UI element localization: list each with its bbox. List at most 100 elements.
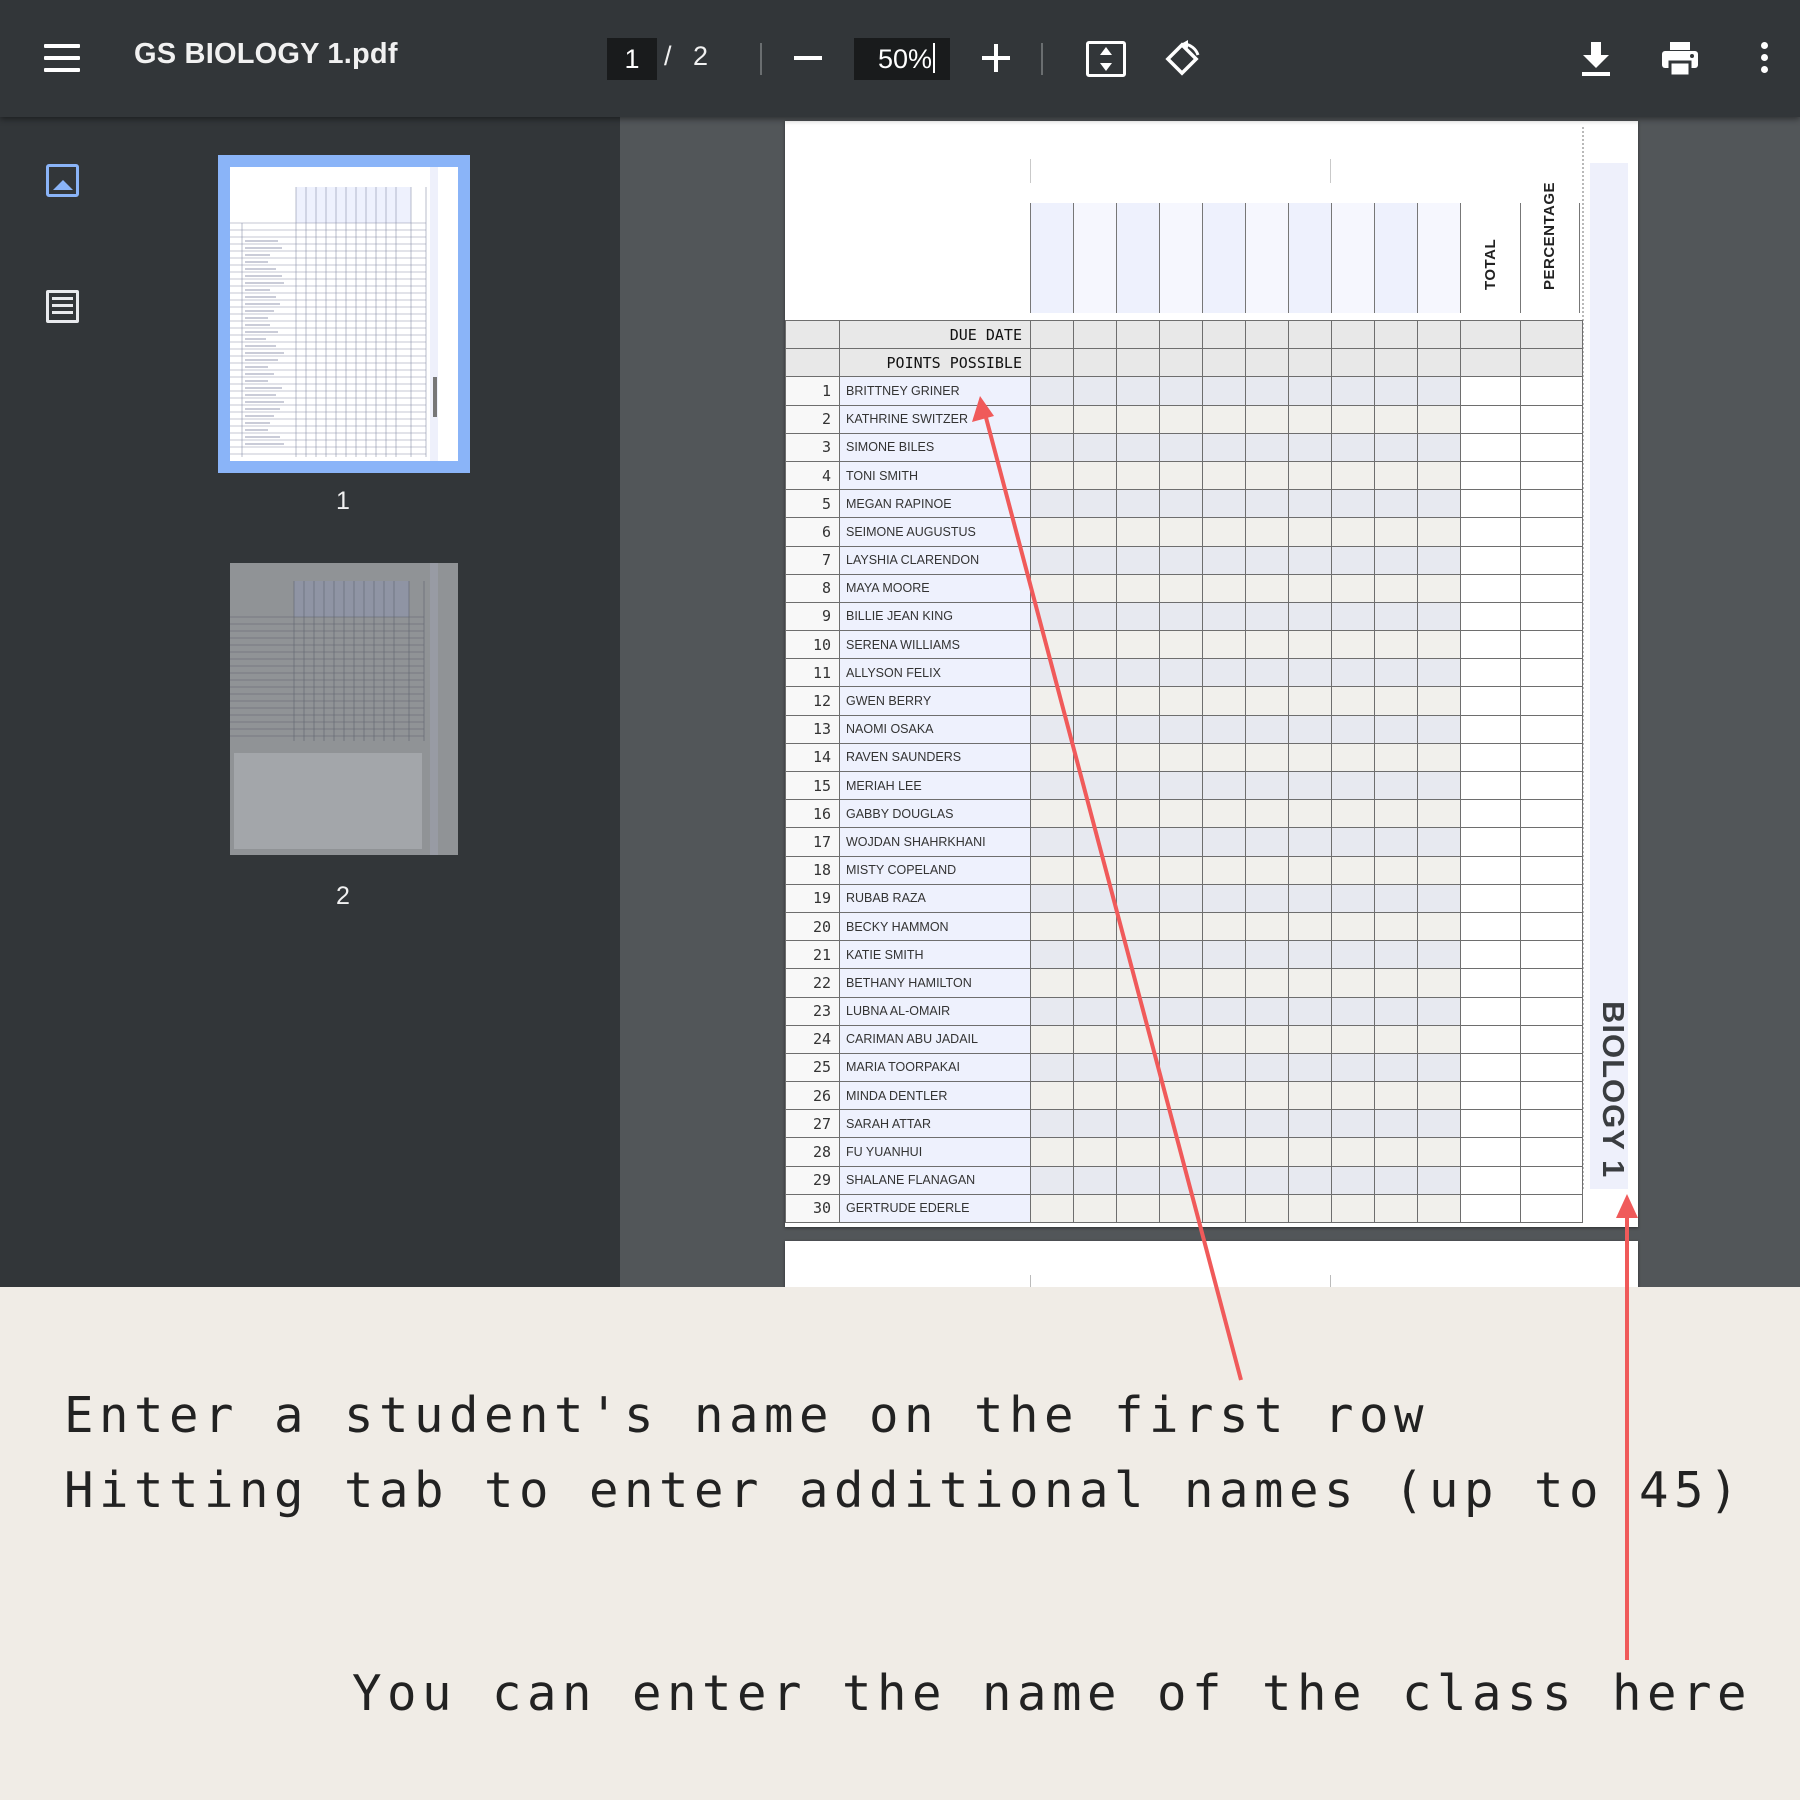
grade-cell[interactable] xyxy=(1417,630,1461,660)
percentage-cell[interactable] xyxy=(1520,545,1583,575)
total-cell[interactable] xyxy=(1460,686,1521,716)
grade-cell[interactable] xyxy=(1245,1109,1289,1139)
grade-cell[interactable] xyxy=(1374,686,1418,716)
grade-cell[interactable] xyxy=(1374,460,1418,491)
grade-cell[interactable] xyxy=(1202,968,1246,998)
grade-cell[interactable] xyxy=(1288,601,1332,632)
grade-cell[interactable] xyxy=(1073,1024,1117,1054)
grade-cell[interactable] xyxy=(1030,658,1074,688)
grade-cell[interactable] xyxy=(1073,714,1117,744)
grade-cell[interactable] xyxy=(1331,1052,1375,1083)
student-name-field[interactable]: MARIA TOORPAKAI xyxy=(839,1052,1031,1083)
total-cell[interactable] xyxy=(1460,1165,1521,1195)
grade-cell[interactable] xyxy=(1417,658,1461,688)
grade-cell[interactable] xyxy=(1417,404,1461,434)
grade-cell[interactable] xyxy=(1116,489,1160,519)
grade-cell[interactable] xyxy=(1331,1109,1375,1139)
grade-cell[interactable] xyxy=(1159,348,1203,378)
grade-cell[interactable] xyxy=(1030,714,1074,744)
grade-cell[interactable] xyxy=(1374,489,1418,519)
grade-cell[interactable] xyxy=(1331,968,1375,998)
grade-cell[interactable] xyxy=(1159,911,1203,942)
assignment-header-cell[interactable] xyxy=(1116,203,1159,313)
grade-cell[interactable] xyxy=(1202,855,1246,885)
grade-cell[interactable] xyxy=(1374,432,1418,462)
percentage-cell[interactable] xyxy=(1520,1193,1583,1224)
grade-cell[interactable] xyxy=(1116,1052,1160,1083)
grade-cell[interactable] xyxy=(1116,319,1160,350)
grade-cell[interactable] xyxy=(1030,883,1074,913)
grade-cell[interactable] xyxy=(1245,404,1289,434)
student-name-field[interactable]: WOJDAN SHAHRKHANI xyxy=(839,827,1031,857)
grade-cell[interactable] xyxy=(1073,1193,1117,1224)
total-cell[interactable] xyxy=(1460,714,1521,744)
grade-cell[interactable] xyxy=(1417,1052,1461,1083)
grade-cell[interactable] xyxy=(1331,714,1375,744)
grade-cell[interactable] xyxy=(1245,827,1289,857)
grade-cell[interactable] xyxy=(1202,827,1246,857)
grade-cell[interactable] xyxy=(1417,319,1461,350)
grade-cell[interactable] xyxy=(1073,1165,1117,1195)
grade-cell[interactable] xyxy=(1202,770,1246,801)
grade-cell[interactable] xyxy=(1417,770,1461,801)
grade-cell[interactable] xyxy=(1417,1109,1461,1139)
percentage-cell[interactable] xyxy=(1520,517,1583,547)
grade-cell[interactable] xyxy=(1030,1165,1074,1195)
grade-cell[interactable] xyxy=(1417,545,1461,575)
grade-cell[interactable] xyxy=(1288,1024,1332,1054)
grade-cell[interactable] xyxy=(1202,573,1246,603)
grade-cell[interactable] xyxy=(1331,319,1375,350)
student-name-field[interactable]: MISTY COPELAND xyxy=(839,855,1031,885)
percentage-cell[interactable] xyxy=(1520,1052,1583,1083)
grade-cell[interactable] xyxy=(1288,1109,1332,1139)
total-cell[interactable] xyxy=(1460,1109,1521,1139)
grade-cell[interactable] xyxy=(1116,911,1160,942)
grade-cell[interactable] xyxy=(1288,996,1332,1026)
grade-cell[interactable] xyxy=(1417,376,1461,406)
grade-cell[interactable] xyxy=(1417,742,1461,773)
grade-cell[interactable] xyxy=(1116,1109,1160,1139)
grade-cell[interactable] xyxy=(1245,855,1289,885)
total-cell[interactable] xyxy=(1460,855,1521,885)
grade-cell[interactable] xyxy=(1159,573,1203,603)
grade-cell[interactable] xyxy=(1159,968,1203,998)
grade-cell[interactable] xyxy=(1030,319,1074,350)
grade-cell[interactable] xyxy=(1245,601,1289,632)
grade-cell[interactable] xyxy=(1288,1165,1332,1195)
grade-cell[interactable] xyxy=(1331,376,1375,406)
grade-cell[interactable] xyxy=(1159,1193,1203,1224)
grade-cell[interactable] xyxy=(1116,770,1160,801)
student-name-field[interactable]: SHALANE FLANAGAN xyxy=(839,1165,1031,1195)
grade-cell[interactable] xyxy=(1245,799,1289,829)
grade-cell[interactable] xyxy=(1116,601,1160,632)
student-name-field[interactable]: RUBAB RAZA xyxy=(839,883,1031,913)
total-cell[interactable] xyxy=(1460,489,1521,519)
grade-cell[interactable] xyxy=(1030,573,1074,603)
grade-cell[interactable] xyxy=(1288,404,1332,434)
percentage-cell[interactable] xyxy=(1520,911,1583,942)
grade-cell[interactable] xyxy=(1073,855,1117,885)
grade-cell[interactable] xyxy=(1288,517,1332,547)
grade-cell[interactable] xyxy=(1374,1137,1418,1167)
grade-cell[interactable] xyxy=(1030,1081,1074,1111)
grade-cell[interactable] xyxy=(1374,968,1418,998)
grade-cell[interactable] xyxy=(1417,601,1461,632)
grade-cell[interactable] xyxy=(1288,545,1332,575)
grade-cell[interactable] xyxy=(1374,742,1418,773)
grade-cell[interactable] xyxy=(1374,319,1418,350)
student-name-field[interactable]: FU YUANHUI xyxy=(839,1137,1031,1167)
grade-cell[interactable] xyxy=(1116,855,1160,885)
grade-cell[interactable] xyxy=(1245,517,1289,547)
percentage-cell[interactable] xyxy=(1520,601,1583,632)
assignment-header-cell[interactable] xyxy=(1202,203,1245,313)
percentage-cell[interactable] xyxy=(1520,489,1583,519)
grade-cell[interactable] xyxy=(1202,376,1246,406)
class-name-field[interactable]: BIOLOGY 1 xyxy=(1590,1001,1631,1186)
grade-cell[interactable] xyxy=(1030,460,1074,491)
grade-cell[interactable] xyxy=(1202,517,1246,547)
grade-cell[interactable] xyxy=(1245,883,1289,913)
grade-cell[interactable] xyxy=(1073,770,1117,801)
student-name-field[interactable]: SARAH ATTAR xyxy=(839,1109,1031,1139)
grade-cell[interactable] xyxy=(1288,1137,1332,1167)
grade-cell[interactable] xyxy=(1159,883,1203,913)
